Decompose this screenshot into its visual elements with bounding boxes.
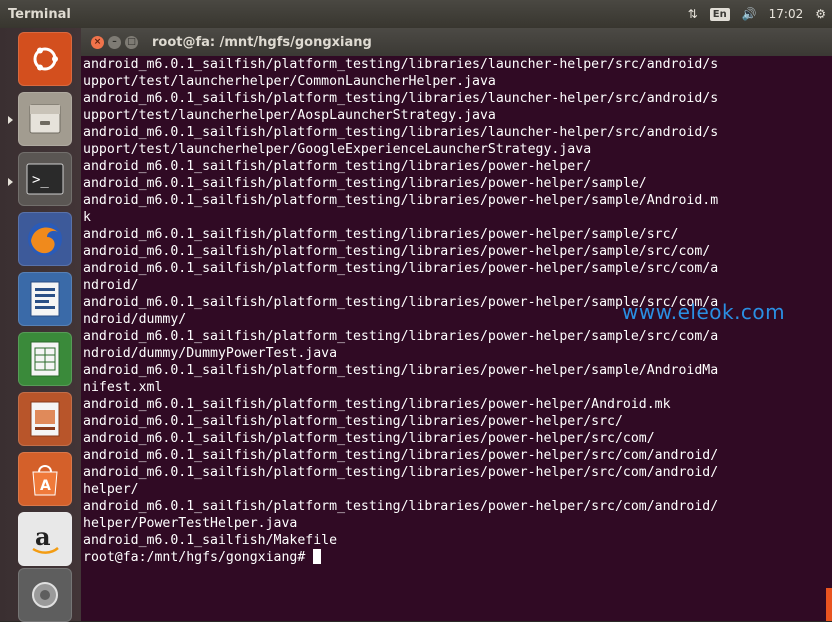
terminal-line: ndroid/ bbox=[83, 278, 139, 293]
terminal-icon: >_ bbox=[26, 163, 64, 195]
terminal-line: upport/test/launcherhelper/GoogleExperie… bbox=[83, 142, 592, 157]
dash-icon bbox=[33, 47, 58, 71]
calc-launcher[interactable] bbox=[18, 332, 72, 386]
minimize-icon[interactable]: – bbox=[108, 35, 121, 49]
terminal-window: × – □ root@fa: /mnt/hgfs/gongxiang andro… bbox=[81, 28, 832, 621]
calc-icon bbox=[30, 341, 60, 377]
terminal-line: upport/test/launcherhelper/AospLauncherS… bbox=[83, 108, 496, 123]
clock[interactable]: 17:02 bbox=[769, 7, 804, 21]
terminal-line: android_m6.0.1_sailfish/platform_testing… bbox=[83, 244, 711, 259]
terminal-line: android_m6.0.1_sailfish/platform_testing… bbox=[83, 91, 719, 106]
terminal-line: android_m6.0.1_sailfish/platform_testing… bbox=[83, 448, 719, 463]
network-icon[interactable]: ⇅ bbox=[688, 7, 698, 21]
svg-text:a: a bbox=[35, 522, 51, 551]
terminal-line: android_m6.0.1_sailfish/platform_testing… bbox=[83, 193, 719, 208]
files-icon bbox=[29, 104, 61, 134]
indicator-area: ⇅ En 🔊 17:02 ⚙ bbox=[688, 7, 832, 21]
terminal-line: android_m6.0.1_sailfish/platform_testing… bbox=[83, 499, 719, 514]
text-cursor bbox=[313, 549, 322, 564]
terminal-line: android_m6.0.1_sailfish/platform_testing… bbox=[83, 329, 719, 344]
close-icon[interactable]: × bbox=[91, 35, 104, 49]
terminal-line: android_m6.0.1_sailfish/platform_testing… bbox=[83, 465, 719, 480]
window-titlebar[interactable]: × – □ root@fa: /mnt/hgfs/gongxiang bbox=[81, 28, 832, 56]
terminal-line: android_m6.0.1_sailfish/platform_testing… bbox=[83, 227, 679, 242]
scrollbar[interactable] bbox=[826, 588, 832, 621]
writer-icon bbox=[30, 281, 60, 317]
firefox-icon bbox=[28, 222, 62, 256]
terminal-line: upport/test/launcherhelper/CommonLaunche… bbox=[83, 74, 496, 89]
top-panel: Terminal ⇅ En 🔊 17:02 ⚙ bbox=[0, 0, 832, 28]
prompt-line[interactable]: root@fa:/mnt/hgfs/gongxiang# bbox=[83, 549, 828, 566]
app-title: Terminal bbox=[8, 6, 71, 22]
window-title: root@fa: /mnt/hgfs/gongxiang bbox=[152, 34, 372, 50]
power-gear-icon[interactable]: ⚙ bbox=[815, 7, 826, 21]
amazon-icon: a bbox=[32, 522, 59, 554]
running-indicator bbox=[8, 178, 13, 186]
terminal-line: android_m6.0.1_sailfish/platform_testing… bbox=[83, 176, 647, 191]
firefox-launcher[interactable] bbox=[18, 212, 72, 266]
software-center-icon: A bbox=[32, 465, 58, 496]
files-launcher[interactable] bbox=[18, 92, 72, 146]
terminal-line: k bbox=[83, 210, 91, 225]
terminal-output[interactable]: android_m6.0.1_sailfish/platform_testing… bbox=[83, 56, 828, 621]
terminal-line: helper/ bbox=[83, 482, 139, 497]
terminal-line: nifest.xml bbox=[83, 380, 163, 395]
running-indicator bbox=[8, 116, 13, 124]
impress-launcher[interactable] bbox=[18, 392, 72, 446]
maximize-icon[interactable]: □ bbox=[125, 35, 138, 49]
terminal-line: android_m6.0.1_sailfish/platform_testing… bbox=[83, 363, 719, 378]
terminal-line: android_m6.0.1_sailfish/platform_testing… bbox=[83, 159, 592, 174]
terminal-line: android_m6.0.1_sailfish/platform_testing… bbox=[83, 397, 671, 412]
terminal-line: android_m6.0.1_sailfish/platform_testing… bbox=[83, 125, 719, 140]
software-center-launcher[interactable]: A bbox=[18, 452, 72, 506]
settings-icon bbox=[32, 582, 58, 608]
terminal-line: ndroid/dummy/DummyPowerTest.java bbox=[83, 346, 338, 361]
svg-text:A: A bbox=[40, 478, 51, 494]
impress-icon bbox=[30, 401, 60, 437]
watermark: www.eleok.com bbox=[622, 300, 786, 324]
settings-launcher[interactable] bbox=[18, 568, 72, 622]
terminal-line: helper/PowerTestHelper.java bbox=[83, 516, 298, 531]
terminal-line: android_m6.0.1_sailfish/platform_testing… bbox=[83, 261, 719, 276]
keyboard-layout-indicator[interactable]: En bbox=[709, 7, 730, 21]
writer-launcher[interactable] bbox=[18, 272, 72, 326]
launcher: >_ A a bbox=[0, 28, 81, 622]
terminal-line: android_m6.0.1_sailfish/Makefile bbox=[83, 533, 338, 548]
shell-prompt: root@fa:/mnt/hgfs/gongxiang# bbox=[83, 550, 314, 565]
terminal-line: android_m6.0.1_sailfish/platform_testing… bbox=[83, 57, 719, 72]
volume-icon[interactable]: 🔊 bbox=[742, 7, 757, 21]
amazon-launcher[interactable]: a bbox=[18, 512, 72, 566]
dash-button[interactable] bbox=[18, 32, 72, 86]
terminal-launcher[interactable]: >_ bbox=[18, 152, 72, 206]
terminal-line: android_m6.0.1_sailfish/platform_testing… bbox=[83, 431, 655, 446]
terminal-line: android_m6.0.1_sailfish/platform_testing… bbox=[83, 414, 623, 429]
svg-text:>_: >_ bbox=[32, 172, 49, 188]
